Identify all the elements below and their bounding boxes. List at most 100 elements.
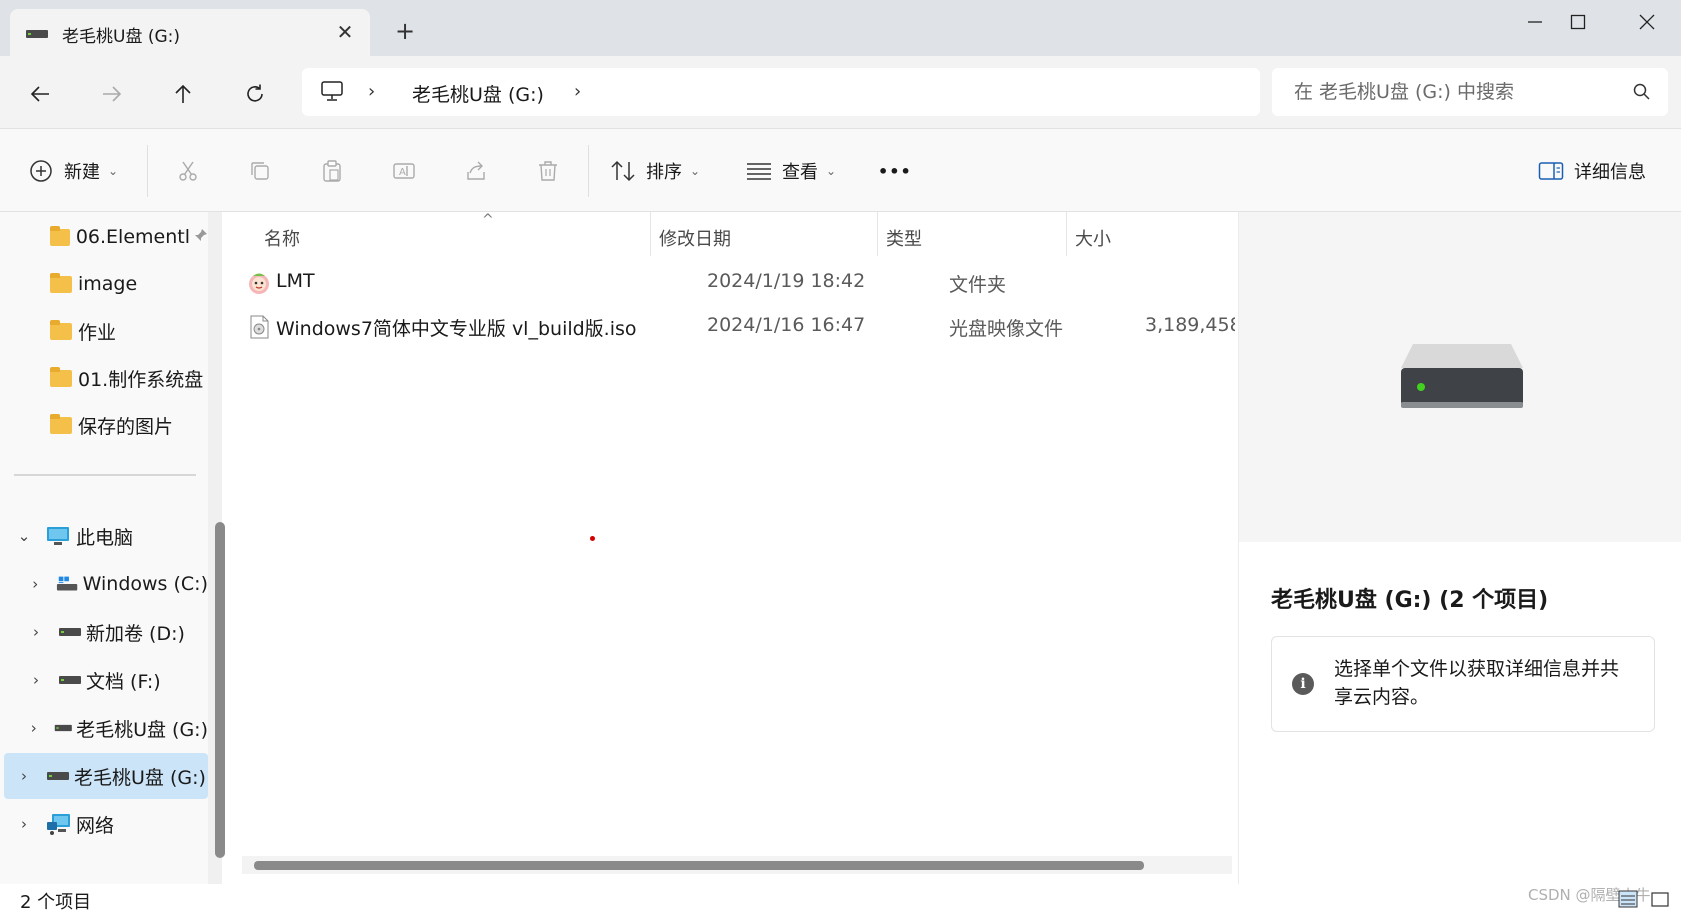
tab-current[interactable]: 老毛桃U盘 (G:) ✕ <box>10 9 370 56</box>
sidebar-item-label: 01.制作系统盘 <box>78 368 204 391</box>
column-header-label: 大小 <box>1075 229 1111 250</box>
horizontal-scrollbar-thumb[interactable] <box>254 861 1144 870</box>
sidebar-item-drive-d[interactable]: › 新加卷 (D:) <box>0 609 208 655</box>
column-header-name[interactable]: 名称 <box>264 220 300 256</box>
delete-button[interactable] <box>530 153 566 189</box>
share-button[interactable] <box>458 153 494 189</box>
sidebar-item-label: 06.Elementl <box>75 226 190 248</box>
address-bar[interactable]: › 老毛桃U盘 (G:) › <box>302 68 1260 116</box>
chevron-down-icon: ⌄ <box>108 164 119 178</box>
expand-chevron-icon[interactable]: › <box>26 575 44 593</box>
command-bar: 新建 ⌄ A 排序 ⌄ 查看 ⌄ ••• 详细信息 <box>0 128 1681 212</box>
column-divider[interactable] <box>650 212 651 256</box>
chevron-down-icon: ⌄ <box>826 164 837 178</box>
file-row[interactable]: LMT 2024/1/19 18:42 文件夹 <box>246 260 1226 306</box>
trash-icon <box>539 161 557 181</box>
sidebar-item-usb-g-selected[interactable]: › 老毛桃U盘 (G:) <box>4 753 208 799</box>
sidebar-item-drive-f[interactable]: › 文档 (F:) <box>0 657 208 703</box>
expand-chevron-icon[interactable]: › <box>14 767 34 785</box>
sidebar-item-label: 新加卷 (D:) <box>86 622 185 645</box>
preview-area <box>1239 212 1681 542</box>
toolbar-divider <box>147 145 148 197</box>
details-info-box: i 选择单个文件以获取详细信息并共享云内容。 <box>1271 636 1655 732</box>
sort-label: 排序 <box>646 162 682 183</box>
search-input[interactable] <box>1294 78 1614 106</box>
large-icons-view-icon[interactable] <box>1650 890 1670 908</box>
details-info-text: 选择单个文件以获取详细信息并共享云内容。 <box>1334 658 1620 708</box>
copy-icon <box>251 162 269 180</box>
breadcrumb-current[interactable]: 老毛桃U盘 (G:) <box>412 80 544 107</box>
sidebar-item-homework[interactable]: 作业 <box>0 308 208 354</box>
sidebar-item-this-pc[interactable]: ⌄ 此电脑 <box>0 513 208 559</box>
sidebar-item-drive-g[interactable]: › 老毛桃U盘 (G:) <box>0 705 208 751</box>
file-explorer-window: 老毛桃U盘 (G:) ✕ + › 老毛桃U盘 (G:) › 在 老毛桃U盘 (G… <box>0 0 1681 913</box>
status-bar: 2 个项目 <box>0 884 1681 913</box>
file-type: 文件夹 <box>949 274 1007 296</box>
refresh-button[interactable] <box>235 74 275 114</box>
search-icon[interactable] <box>1632 82 1652 102</box>
expand-chevron-icon[interactable]: › <box>26 719 42 737</box>
sort-ascending-indicator: ^ <box>482 212 494 228</box>
view-list-icon <box>747 163 771 180</box>
usb-drive-large-icon <box>1401 344 1523 408</box>
sidebar-item-network[interactable]: › 网络 <box>0 801 208 847</box>
network-icon <box>47 814 70 835</box>
folder-icon <box>50 319 72 340</box>
search-box[interactable] <box>1272 68 1668 116</box>
navigation-pane: 06.Elementl image 作业 01.制作系统盘 保存的图片 ⌄ 此电… <box>0 212 225 884</box>
more-options-button[interactable]: ••• <box>878 151 912 191</box>
minimize-icon <box>1528 21 1542 23</box>
horizontal-scrollbar[interactable] <box>242 856 1232 874</box>
sidebar-item-image[interactable]: image <box>0 261 208 307</box>
file-row[interactable]: Windows7简体中文专业版 vl_build版.iso 2024/1/16 … <box>246 304 1235 350</box>
tab-close-icon[interactable]: ✕ <box>332 19 358 45</box>
details-pane-button[interactable]: 详细信息 <box>1538 151 1646 191</box>
sidebar-item-drive-c[interactable]: › Windows (C:) <box>0 561 208 607</box>
copy-button[interactable] <box>242 153 278 189</box>
sidebar-item-label: image <box>78 273 138 295</box>
forward-button[interactable] <box>92 74 132 114</box>
sidebar-item-make-system-disk[interactable]: 01.制作系统盘 <box>0 355 208 401</box>
computer-icon <box>47 527 69 545</box>
sidebar-item-06-elementl[interactable]: 06.Elementl <box>0 214 208 260</box>
details-view-icon[interactable] <box>1618 890 1638 908</box>
rename-button[interactable]: A <box>386 153 422 189</box>
up-button[interactable] <box>163 74 203 114</box>
new-tab-button[interactable]: + <box>392 18 418 44</box>
expand-chevron-icon[interactable]: › <box>26 671 46 689</box>
sidebar-item-label: 老毛桃U盘 (G:) <box>74 766 206 789</box>
column-header-date[interactable]: 修改日期 <box>659 220 731 256</box>
this-pc-icon[interactable] <box>320 80 344 102</box>
details-label: 详细信息 <box>1574 162 1646 183</box>
column-header-size[interactable]: 大小 <box>1075 220 1111 256</box>
folder-icon <box>50 272 72 293</box>
column-header-label: 名称 <box>264 229 300 250</box>
sidebar-item-label: 保存的图片 <box>78 415 174 438</box>
breadcrumb-chevron[interactable]: › <box>368 81 375 102</box>
new-label: 新建 <box>64 162 100 183</box>
collapse-chevron-icon[interactable]: ⌄ <box>14 527 34 545</box>
expand-chevron-icon[interactable]: › <box>14 815 34 833</box>
view-label: 查看 <box>782 162 818 183</box>
close-window-button[interactable] <box>1612 4 1681 40</box>
sidebar-scrollbar-thumb[interactable] <box>215 522 225 858</box>
sidebar-item-saved-pictures[interactable]: 保存的图片 <box>0 402 208 448</box>
file-type: 光盘映像文件 <box>949 318 1064 340</box>
column-divider[interactable] <box>877 212 878 256</box>
cursor-dot <box>590 536 595 541</box>
arrow-up-icon <box>175 84 191 103</box>
maximize-button[interactable] <box>1543 4 1613 40</box>
paste-button[interactable] <box>314 153 350 189</box>
expand-chevron-icon[interactable]: › <box>26 623 46 641</box>
cut-button[interactable] <box>170 153 206 189</box>
new-button[interactable]: 新建 ⌄ <box>28 151 118 191</box>
breadcrumb-chevron[interactable]: › <box>574 81 581 102</box>
arrow-left-icon <box>30 86 49 102</box>
view-button[interactable]: 查看 ⌄ <box>746 151 836 191</box>
sort-button[interactable]: 排序 ⌄ <box>610 151 700 191</box>
drive-icon <box>59 628 81 636</box>
back-button[interactable] <box>20 74 60 114</box>
column-header-type[interactable]: 类型 <box>886 220 922 256</box>
column-divider[interactable] <box>1066 212 1067 256</box>
plus-circle-icon <box>30 160 52 182</box>
